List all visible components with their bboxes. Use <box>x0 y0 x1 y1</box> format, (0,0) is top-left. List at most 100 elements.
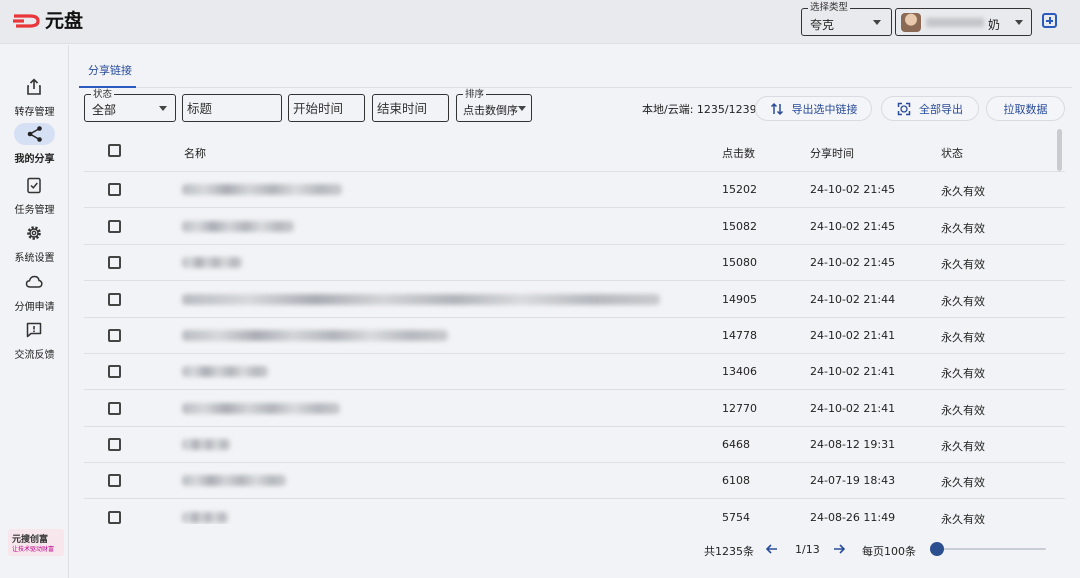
sidebar-item-label: 交流反馈 <box>14 350 55 361</box>
export-selected-button[interactable]: 导出选中链接 <box>755 96 872 121</box>
account-select[interactable]: 奶 <box>895 8 1032 36</box>
row-clicks: 6468 <box>722 438 750 451</box>
row-status: 永久有效 <box>941 440 985 453</box>
sidebar-item-label: 分佣申请 <box>14 302 55 313</box>
row-time: 24-10-02 21:41 <box>810 402 896 415</box>
table-row[interactable]: 14905 24-10-02 21:44 永久有效 <box>84 282 1065 318</box>
table-row[interactable]: 15202 24-10-02 21:45 永久有效 <box>84 172 1065 208</box>
table-row[interactable]: 14778 24-10-02 21:41 永久有效 <box>84 318 1065 354</box>
per-page-slider-thumb[interactable] <box>930 542 944 556</box>
sidebar-item-transfer[interactable]: 转存管理 <box>0 76 69 122</box>
row-checkbox[interactable] <box>108 438 121 451</box>
export-selected-label: 导出选中链接 <box>791 102 858 116</box>
column-header-status[interactable]: 状态 <box>941 145 963 161</box>
row-name-redacted <box>182 221 294 232</box>
page-indicator: 1/13 <box>795 543 820 556</box>
title-filter <box>182 94 282 122</box>
sidebar-item-label: 系统设置 <box>14 253 55 264</box>
column-header-name[interactable]: 名称 <box>184 145 206 161</box>
app-header: 元盘 选择类型 夸克 奶 <box>0 0 1080 44</box>
logo-mark-icon <box>13 14 40 28</box>
row-checkbox[interactable] <box>108 402 121 415</box>
caret-down-icon <box>159 106 167 111</box>
sort-arrows-icon <box>770 102 783 115</box>
share-icon <box>14 123 55 145</box>
row-checkbox[interactable] <box>108 256 121 269</box>
fetch-data-button[interactable]: 拉取数据 <box>986 96 1065 121</box>
sort-select[interactable]: 排序 点击数倒序 <box>456 89 532 122</box>
account-name-suffix: 奶 <box>988 18 1001 32</box>
sort-select-value: 点击数倒序 <box>463 104 518 117</box>
table-row[interactable]: 5754 24-08-26 11:49 永久有效 <box>84 500 1065 524</box>
sidebar-item-label: 任务管理 <box>14 205 55 216</box>
tab-share-links[interactable]: 分享链接 <box>88 62 132 78</box>
row-name-redacted <box>182 257 242 268</box>
share-links-table: 名称 点击数 分享时间 状态 15202 24-10-02 21:45 永久有效… <box>84 132 1065 524</box>
row-clicks: 15202 <box>722 183 757 196</box>
feedback-icon <box>23 319 45 341</box>
row-status: 永久有效 <box>941 513 985 524</box>
row-status: 永久有效 <box>941 331 985 344</box>
row-time: 24-08-26 11:49 <box>810 511 896 524</box>
table-row[interactable]: 12770 24-10-02 21:41 永久有效 <box>84 391 1065 427</box>
row-checkbox[interactable] <box>108 220 121 233</box>
row-status: 永久有效 <box>941 258 985 271</box>
add-account-icon[interactable] <box>1042 13 1057 28</box>
brand-badge: 元搜创富 让技术驱动财富 <box>8 529 64 556</box>
table-row[interactable]: 6468 24-08-12 19:31 永久有效 <box>84 427 1065 463</box>
arrow-left-icon <box>765 544 777 554</box>
status-select[interactable]: 状态 全部 <box>84 89 176 122</box>
start-time-input[interactable] <box>289 95 364 121</box>
title-input[interactable] <box>183 95 281 121</box>
row-clicks: 12770 <box>722 402 757 415</box>
sidebar-item-my-shares[interactable]: 我的分享 <box>0 123 69 169</box>
row-status: 永久有效 <box>941 295 985 308</box>
sidebar-item-tasks[interactable]: 任务管理 <box>0 174 69 220</box>
arrow-right-icon <box>834 544 846 554</box>
row-clicks: 14778 <box>722 329 757 342</box>
per-page-label: 每页100条 <box>862 545 916 558</box>
sidebar: 转存管理 我的分享 任务管理 系统设置 分佣申请 交流反馈 元搜创富 让技术驱动… <box>0 45 69 578</box>
caret-down-icon <box>1015 20 1023 25</box>
next-page-button[interactable] <box>831 541 847 557</box>
row-time: 24-10-02 21:45 <box>810 183 896 196</box>
row-status: 永久有效 <box>941 222 985 235</box>
export-all-button[interactable]: 全部导出 <box>881 96 979 121</box>
type-select[interactable]: 选择类型 夸克 <box>801 2 892 36</box>
share-upload-icon <box>23 76 45 98</box>
sidebar-item-commission[interactable]: 分佣申请 <box>0 271 69 317</box>
row-time: 24-07-19 18:43 <box>810 474 896 487</box>
sidebar-item-settings[interactable]: 系统设置 <box>0 222 69 268</box>
row-time: 24-10-02 21:41 <box>810 329 896 342</box>
table-row[interactable]: 13406 24-10-02 21:41 永久有效 <box>84 354 1065 390</box>
row-checkbox[interactable] <box>108 329 121 342</box>
row-name-redacted <box>182 330 448 341</box>
select-all-checkbox[interactable] <box>108 144 121 157</box>
row-status: 永久有效 <box>941 367 985 380</box>
table-row[interactable]: 15082 24-10-02 21:45 永久有效 <box>84 209 1065 245</box>
row-checkbox[interactable] <box>108 474 121 487</box>
export-all-label: 全部导出 <box>919 102 963 116</box>
logo-text: 元盘 <box>45 10 84 32</box>
row-name-redacted <box>182 366 268 377</box>
table-row[interactable]: 15080 24-10-02 21:45 永久有效 <box>84 245 1065 281</box>
row-checkbox[interactable] <box>108 511 121 524</box>
column-header-clicks[interactable]: 点击数 <box>722 145 755 161</box>
row-clicks: 15080 <box>722 256 757 269</box>
row-clicks: 15082 <box>722 220 757 233</box>
row-checkbox[interactable] <box>108 365 121 378</box>
sidebar-item-feedback[interactable]: 交流反馈 <box>0 319 69 365</box>
column-header-time[interactable]: 分享时间 <box>810 145 854 161</box>
row-time: 24-10-02 21:45 <box>810 256 896 269</box>
end-time-input[interactable] <box>373 95 448 121</box>
local-cloud-count: 本地/云端: 1235/1239 <box>642 103 757 116</box>
table-scrollbar[interactable] <box>1057 129 1062 171</box>
app-logo: 元盘 <box>12 10 83 32</box>
caret-down-icon <box>518 106 526 111</box>
per-page-slider-track[interactable] <box>937 548 1046 550</box>
prev-page-button[interactable] <box>764 541 780 557</box>
table-row[interactable]: 6108 24-07-19 18:43 永久有效 <box>84 463 1065 499</box>
row-time: 24-10-02 21:41 <box>810 365 896 378</box>
row-checkbox[interactable] <box>108 293 121 306</box>
row-checkbox[interactable] <box>108 183 121 196</box>
